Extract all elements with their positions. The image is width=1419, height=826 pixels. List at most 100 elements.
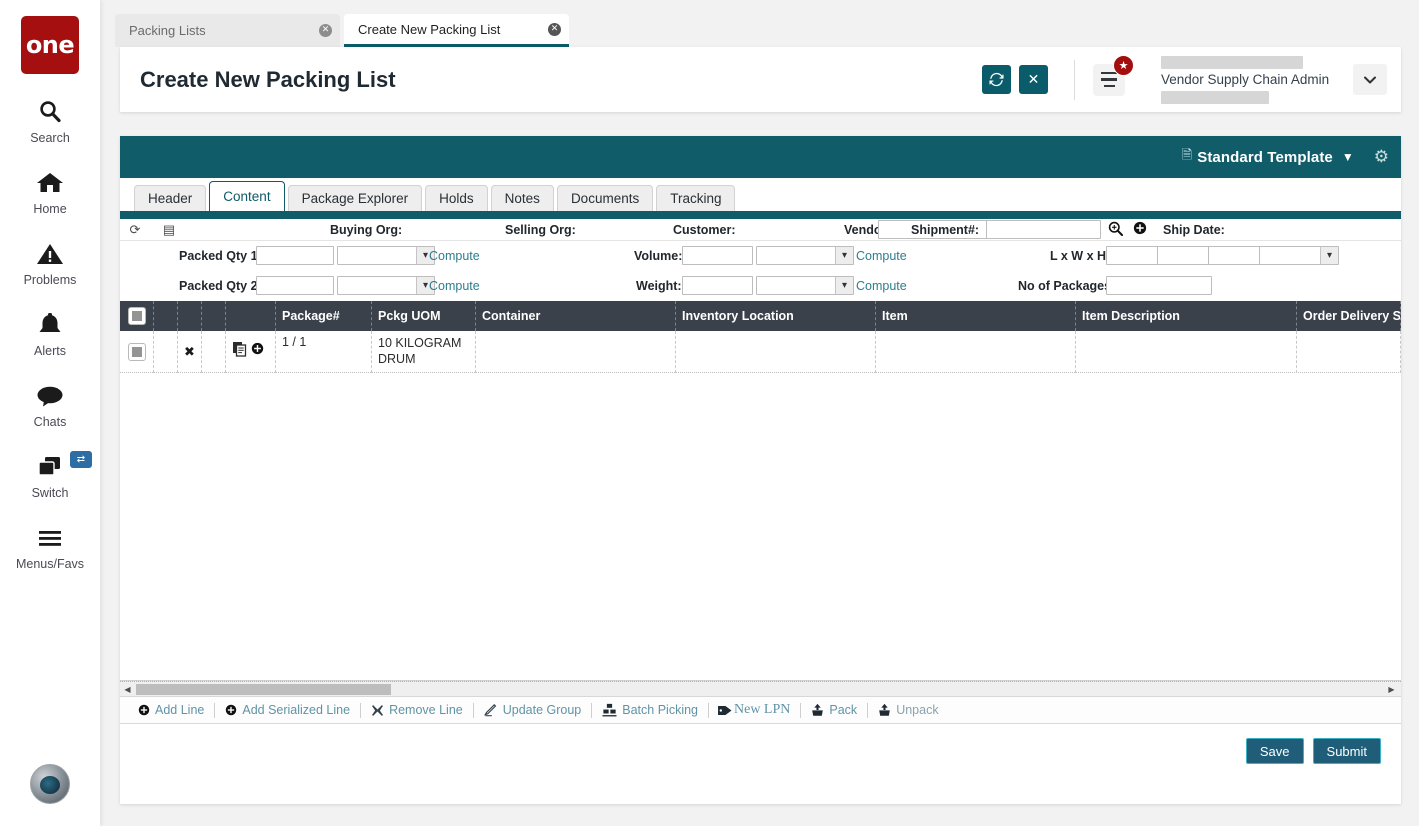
switch-badge-icon[interactable]: ⇄ bbox=[70, 451, 92, 468]
copy-row-icon[interactable] bbox=[232, 341, 248, 360]
app-logo[interactable]: one bbox=[21, 16, 79, 74]
tab-label: Holds bbox=[439, 191, 474, 206]
close-icon[interactable]: ✕ bbox=[548, 23, 561, 36]
browser-tab-create-new-packing-list[interactable]: Create New Packing List ✕ bbox=[344, 14, 569, 47]
document-icon: 🗎 bbox=[1182, 146, 1192, 168]
tab-tracking[interactable]: Tracking bbox=[656, 185, 735, 211]
tab-documents[interactable]: Documents bbox=[557, 185, 653, 211]
menu-button[interactable]: ★ bbox=[1093, 64, 1125, 96]
action-label: Pack bbox=[829, 703, 857, 717]
save-button[interactable]: Save bbox=[1246, 738, 1304, 764]
submit-button[interactable]: Submit bbox=[1313, 738, 1381, 764]
volume-uom-select[interactable] bbox=[756, 246, 854, 265]
grid-col-label: Item Description bbox=[1082, 309, 1180, 323]
select-all-checkbox[interactable] bbox=[128, 307, 146, 325]
row-blank-cell-2 bbox=[202, 331, 226, 373]
add-row-icon[interactable] bbox=[251, 342, 264, 358]
user-menu-caret[interactable] bbox=[1353, 64, 1387, 95]
lwh-uom-select[interactable] bbox=[1259, 246, 1339, 265]
form-list-icon[interactable]: ▤ bbox=[158, 222, 180, 238]
tab-holds[interactable]: Holds bbox=[425, 185, 488, 211]
add-line-button[interactable]: Add Line bbox=[128, 703, 214, 717]
tab-header[interactable]: Header bbox=[134, 185, 206, 211]
sidebar-item-search[interactable]: Search bbox=[0, 96, 100, 145]
label-lwh: L x W x H: bbox=[1050, 249, 1110, 263]
sidebar-item-menus-favs[interactable]: Menus/Favs bbox=[0, 522, 100, 571]
cell-package-no: 1 / 1 bbox=[276, 331, 372, 373]
grid-col-order-delivery-sc[interactable]: Order Delivery Sc bbox=[1297, 301, 1401, 331]
sidebar-item-home[interactable]: Home bbox=[0, 167, 100, 216]
grid-col-container[interactable]: Container bbox=[476, 301, 676, 331]
tab-content[interactable]: Content bbox=[209, 181, 284, 211]
packed-qty-1-uom-select[interactable] bbox=[337, 246, 435, 265]
packed-qty-2-uom-select[interactable] bbox=[337, 276, 435, 295]
volume-input[interactable] bbox=[682, 246, 753, 265]
weight-input[interactable] bbox=[682, 276, 753, 295]
horizontal-scrollbar[interactable]: ◀ ▶ bbox=[120, 681, 1401, 696]
compute-packed-qty-1[interactable]: Compute bbox=[429, 249, 480, 263]
unpack-button[interactable]: Unpack bbox=[868, 703, 948, 717]
add-serialized-line-button[interactable]: Add Serialized Line bbox=[215, 703, 360, 717]
tab-label: Header bbox=[148, 191, 192, 206]
row-checkbox[interactable] bbox=[128, 343, 146, 361]
action-label: New LPN bbox=[734, 702, 790, 718]
scrollbar-thumb[interactable] bbox=[136, 684, 391, 695]
row-delete-cell: ✖ bbox=[178, 331, 202, 373]
sidebar-item-chats[interactable]: Chats bbox=[0, 380, 100, 429]
refresh-button[interactable] bbox=[982, 65, 1011, 94]
template-name-label[interactable]: Standard Template bbox=[1197, 149, 1333, 166]
grid-col-label: Item bbox=[882, 309, 908, 323]
cell-item bbox=[876, 331, 1076, 373]
grid-col-package-no[interactable]: Package# bbox=[276, 301, 372, 331]
new-lpn-button[interactable]: New LPN bbox=[709, 702, 800, 718]
close-icon[interactable]: ✕ bbox=[319, 24, 332, 37]
grid-col-inventory-location[interactable]: Inventory Location bbox=[676, 301, 876, 331]
packed-qty-2-input[interactable] bbox=[256, 276, 334, 295]
cell-inventory-location bbox=[676, 331, 876, 373]
compute-volume[interactable]: Compute bbox=[856, 249, 907, 263]
cell-item-description bbox=[1076, 331, 1297, 373]
avatar[interactable] bbox=[30, 764, 70, 804]
batch-picking-button[interactable]: Batch Picking bbox=[592, 703, 708, 717]
compute-weight[interactable]: Compute bbox=[856, 279, 907, 293]
length-input[interactable] bbox=[1106, 246, 1159, 265]
plus-circle-icon bbox=[225, 704, 237, 716]
grid-col-item-description[interactable]: Item Description bbox=[1076, 301, 1297, 331]
width-input[interactable] bbox=[1157, 246, 1210, 265]
packed-qty-1-input[interactable] bbox=[256, 246, 334, 265]
form-refresh-icon[interactable]: ⟳ bbox=[124, 222, 146, 238]
tab-notes[interactable]: Notes bbox=[491, 185, 554, 211]
delete-row-icon[interactable]: ✖ bbox=[184, 344, 195, 360]
compute-packed-qty-2[interactable]: Compute bbox=[429, 279, 480, 293]
grid-col-pckg-uom[interactable]: Pckg UOM bbox=[372, 301, 476, 331]
chevron-down-icon[interactable]: ▼ bbox=[1342, 150, 1354, 164]
sidebar-item-switch[interactable]: ⇄ Switch bbox=[0, 451, 100, 500]
gear-icon[interactable]: ⚙ bbox=[1374, 147, 1389, 167]
grid-action-bar: Add Line Add Serialized Line Remove Line… bbox=[120, 696, 1401, 724]
scroll-left-arrow[interactable]: ◀ bbox=[120, 685, 135, 694]
sidebar-item-alerts[interactable]: Alerts bbox=[0, 309, 100, 358]
table-row[interactable]: ✖ 1 / 1 10 KILOGRAM DRUM bbox=[120, 331, 1401, 373]
remove-line-button[interactable]: Remove Line bbox=[361, 703, 473, 717]
sidebar-item-problems[interactable]: Problems bbox=[0, 238, 100, 287]
tab-package-explorer[interactable]: Package Explorer bbox=[288, 185, 423, 211]
form-accent-bar bbox=[120, 211, 1401, 219]
update-group-button[interactable]: Update Group bbox=[474, 703, 592, 717]
grid-col-delete bbox=[178, 301, 202, 331]
user-block[interactable]: Vendor Supply Chain Admin bbox=[1161, 56, 1331, 104]
close-button[interactable]: ✕ bbox=[1019, 65, 1048, 94]
browser-tab-strip: Packing Lists ✕ Create New Packing List … bbox=[110, 14, 1400, 47]
grid-col-item[interactable]: Item bbox=[876, 301, 1076, 331]
content-grid: Package# Pckg UOM Container Inventory Lo… bbox=[120, 301, 1401, 696]
scroll-right-arrow[interactable]: ▶ bbox=[1384, 685, 1399, 694]
add-shipment-icon[interactable] bbox=[1133, 221, 1147, 238]
height-input[interactable] bbox=[1208, 246, 1261, 265]
left-nav-rail: one Search Home Problems Alerts Chats bbox=[0, 0, 100, 826]
no-of-packages-input[interactable] bbox=[1106, 276, 1212, 295]
browser-tab-packing-lists[interactable]: Packing Lists ✕ bbox=[115, 14, 340, 47]
shipment-input[interactable] bbox=[986, 220, 1101, 239]
pack-button[interactable]: Pack bbox=[801, 703, 867, 717]
search-icon[interactable] bbox=[1108, 221, 1123, 239]
batch-picking-icon bbox=[602, 703, 617, 717]
weight-uom-select[interactable] bbox=[756, 276, 854, 295]
